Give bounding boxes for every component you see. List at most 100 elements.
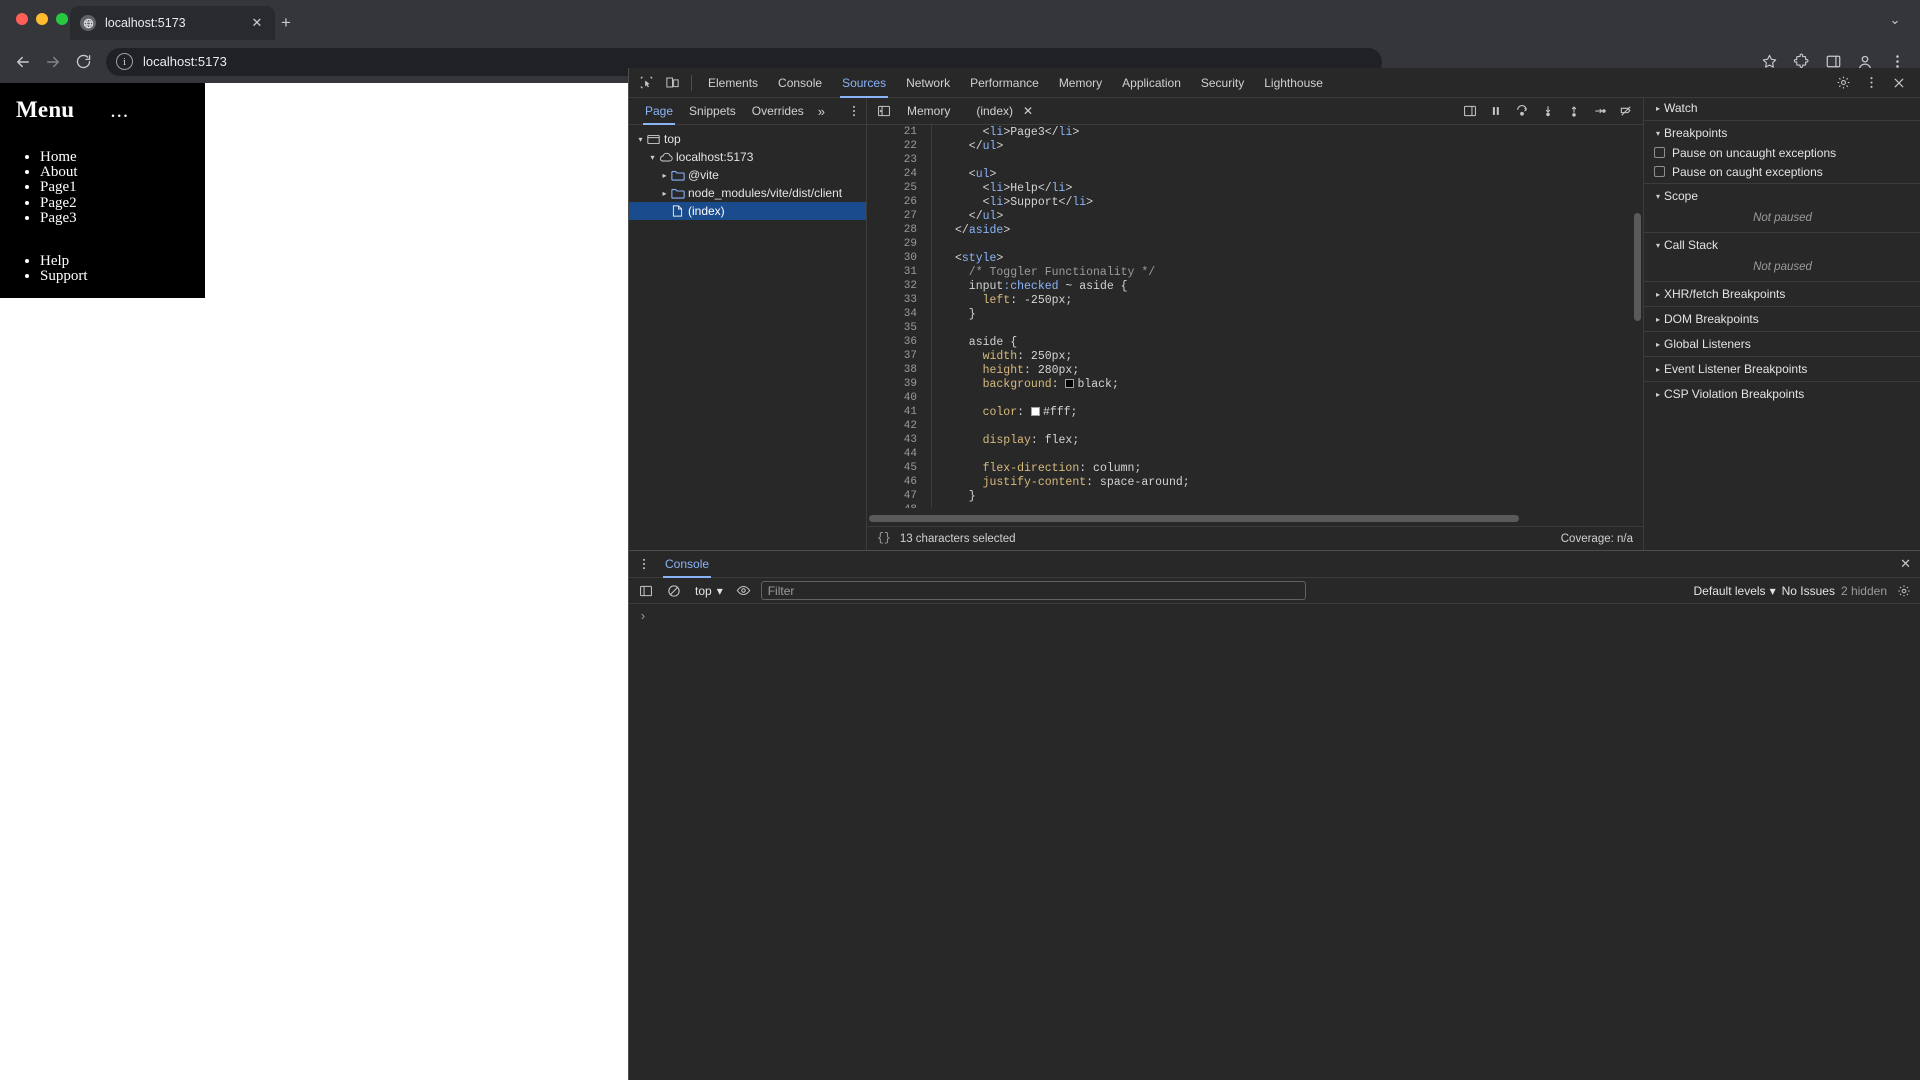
- step-out-icon[interactable]: [1561, 99, 1587, 123]
- twisty-icon[interactable]: ▸: [659, 171, 670, 180]
- tab-lighthouse[interactable]: Lighthouse: [1254, 68, 1333, 98]
- browser-tab[interactable]: localhost:5173 ✕: [70, 6, 275, 40]
- list-item[interactable]: Page2: [40, 195, 205, 211]
- chevron-down-icon[interactable]: ▾: [1652, 129, 1664, 138]
- tree-row[interactable]: ▸ node_modules/vite/dist/client: [629, 184, 866, 202]
- list-item[interactable]: About: [40, 164, 205, 180]
- nav-tab-page[interactable]: Page: [637, 98, 681, 125]
- arrow-right-icon[interactable]: [38, 47, 68, 77]
- chevron-right-icon[interactable]: ▸: [1652, 315, 1664, 324]
- chevron-right-icon[interactable]: ▸: [1652, 390, 1664, 399]
- clear-console-icon[interactable]: [663, 580, 685, 602]
- list-item[interactable]: Page1: [40, 179, 205, 195]
- pause-caught-exceptions-row[interactable]: Pause on caught exceptions: [1644, 162, 1920, 181]
- arrow-left-icon[interactable]: [8, 47, 38, 77]
- step-icon[interactable]: [1587, 99, 1613, 123]
- code-text[interactable]: <li>Help</li>: [943, 182, 1073, 195]
- checkbox[interactable]: [1654, 147, 1665, 158]
- editor-horizontal-scrollbar[interactable]: [869, 515, 1519, 522]
- chevron-down-icon[interactable]: ▾: [1652, 241, 1664, 250]
- tab-console[interactable]: Console: [768, 68, 832, 98]
- code-text[interactable]: background: black;: [943, 378, 1119, 391]
- nav-tab-overrides[interactable]: Overrides: [744, 98, 812, 125]
- debugger-section-csp-violation-breakpoints[interactable]: ▸ CSP Violation Breakpoints: [1644, 384, 1920, 404]
- tree-row[interactable]: ▾ top: [629, 130, 866, 148]
- more-tabs-button[interactable]: »: [812, 104, 831, 119]
- tab-memory[interactable]: Memory: [1049, 68, 1112, 98]
- console-issues-button[interactable]: No Issues: [1782, 584, 1835, 598]
- console-filter-input[interactable]: [760, 581, 1306, 600]
- chevron-right-icon[interactable]: ▸: [1652, 365, 1664, 374]
- gear-icon[interactable]: [1830, 71, 1856, 95]
- tab-application[interactable]: Application: [1112, 68, 1191, 98]
- format-braces-icon[interactable]: {}: [877, 532, 891, 545]
- code-text[interactable]: left: -250px;: [943, 294, 1073, 307]
- tab-security[interactable]: Security: [1191, 68, 1254, 98]
- chevron-right-icon[interactable]: ▸: [1652, 290, 1664, 299]
- code-text[interactable]: }: [943, 308, 976, 321]
- menu-toggle-button[interactable]: ...: [110, 99, 129, 120]
- tree-row[interactable]: (index): [629, 202, 866, 220]
- editor-tab-index[interactable]: (index): [960, 104, 1023, 118]
- twisty-icon[interactable]: ▾: [647, 153, 658, 162]
- kebab-menu-icon[interactable]: [842, 99, 866, 123]
- code-text[interactable]: height: 280px;: [943, 364, 1080, 377]
- code-text[interactable]: aside {: [943, 336, 1017, 349]
- code-text[interactable]: <li>Page3</li>: [943, 126, 1080, 139]
- chevron-down-icon[interactable]: ▾: [1652, 192, 1664, 201]
- editor-vertical-scrollbar[interactable]: [1634, 213, 1641, 321]
- list-item[interactable]: Home: [40, 149, 205, 165]
- live-expression-icon[interactable]: [733, 580, 755, 602]
- inspect-element-icon[interactable]: [633, 71, 659, 95]
- list-item[interactable]: Page3: [40, 210, 205, 226]
- nav-tab-snippets[interactable]: Snippets: [681, 98, 744, 125]
- pause-uncaught-exceptions-row[interactable]: Pause on uncaught exceptions: [1644, 143, 1920, 162]
- tab-performance[interactable]: Performance: [960, 68, 1049, 98]
- color-swatch[interactable]: [1030, 406, 1040, 416]
- twisty-icon[interactable]: ▾: [635, 135, 646, 144]
- code-editor[interactable]: 21 <li>Page3</li> 22 </ul> 23 24 <ul> 25 <li…: [867, 125, 1643, 526]
- debugger-section-global-listeners[interactable]: ▸ Global Listeners: [1644, 334, 1920, 354]
- console-context-selector[interactable]: top ▾: [691, 584, 727, 598]
- chevron-right-icon[interactable]: ▸: [1652, 104, 1664, 113]
- debugger-section-scope[interactable]: ▾ Scope: [1644, 186, 1920, 206]
- code-text[interactable]: input:checked ~ aside {: [943, 280, 1128, 293]
- step-into-icon[interactable]: [1535, 99, 1561, 123]
- code-text[interactable]: }: [943, 490, 976, 503]
- deactivate-breakpoints-icon[interactable]: [1613, 99, 1639, 123]
- close-icon[interactable]: [1886, 71, 1912, 95]
- chevron-down-icon[interactable]: ⌄: [1884, 9, 1906, 31]
- debugger-section-breakpoints[interactable]: ▾ Breakpoints: [1644, 123, 1920, 143]
- close-window-button[interactable]: [16, 13, 28, 25]
- debugger-section-xhr-breakpoints[interactable]: ▸ XHR/fetch Breakpoints: [1644, 284, 1920, 304]
- code-text[interactable]: </aside>: [943, 224, 1010, 237]
- close-icon[interactable]: ✕: [249, 15, 265, 31]
- console-log-levels-dropdown[interactable]: Default levels ▾: [1694, 584, 1776, 598]
- panel-left-icon[interactable]: [871, 99, 897, 123]
- console-hidden-count[interactable]: 2 hidden: [1841, 584, 1887, 598]
- twisty-icon[interactable]: ▸: [659, 189, 670, 198]
- console-output[interactable]: ›: [629, 604, 1920, 634]
- tab-elements[interactable]: Elements: [698, 68, 768, 98]
- maximize-window-button[interactable]: [56, 13, 68, 25]
- code-text[interactable]: display: flex;: [943, 434, 1080, 447]
- step-over-icon[interactable]: [1509, 99, 1535, 123]
- color-swatch[interactable]: [1065, 378, 1075, 388]
- checkbox[interactable]: [1654, 166, 1665, 177]
- drawer-tab-console[interactable]: Console: [655, 551, 719, 578]
- pause-resume-icon[interactable]: [1483, 99, 1509, 123]
- code-text[interactable]: <li>Support</li>: [943, 196, 1093, 209]
- gear-icon[interactable]: [1893, 580, 1915, 602]
- code-text[interactable]: justify-content: space-around;: [943, 476, 1190, 489]
- code-text[interactable]: /* Toggler Functionality */: [943, 266, 1155, 279]
- code-text[interactable]: color: #fff;: [943, 406, 1078, 419]
- debugger-section-dom-breakpoints[interactable]: ▸ DOM Breakpoints: [1644, 309, 1920, 329]
- code-text[interactable]: <style>: [943, 252, 1003, 265]
- tab-sources[interactable]: Sources: [832, 68, 896, 98]
- close-icon[interactable]: ✕: [1023, 104, 1041, 118]
- tree-row[interactable]: ▾ localhost:5173: [629, 148, 866, 166]
- code-text[interactable]: </ul>: [943, 140, 1004, 153]
- minimize-window-button[interactable]: [36, 13, 48, 25]
- reload-icon[interactable]: [68, 47, 98, 77]
- device-toolbar-icon[interactable]: [659, 71, 685, 95]
